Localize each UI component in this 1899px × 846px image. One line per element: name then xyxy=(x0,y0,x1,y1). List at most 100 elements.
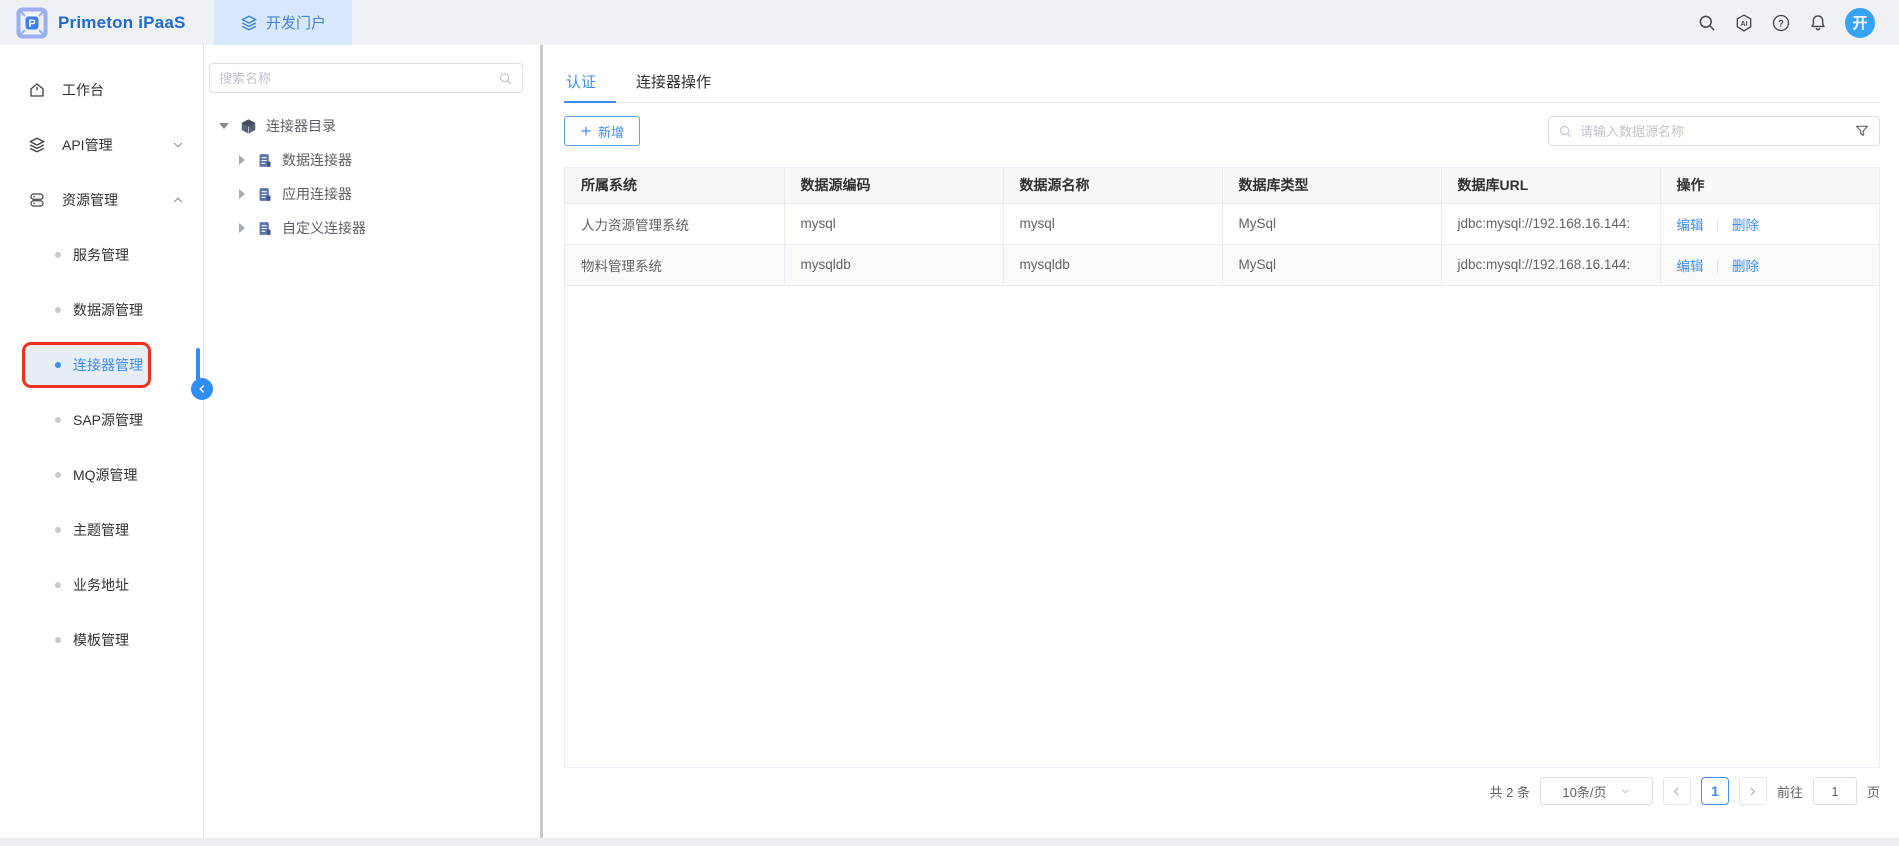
sidebar-item-datasource-management[interactable]: 数据源管理 xyxy=(0,290,203,330)
chevron-up-icon xyxy=(171,193,185,207)
caret-down-icon[interactable] xyxy=(219,123,229,129)
caret-right-icon[interactable] xyxy=(239,223,245,233)
header-actions: AI ? 开 xyxy=(1697,8,1899,38)
cell-name: mysql xyxy=(1003,203,1222,244)
svg-text:P: P xyxy=(28,17,35,29)
sidebar-item-resource-management[interactable]: 资源管理 xyxy=(0,180,203,220)
goto-label: 前往 xyxy=(1777,782,1803,801)
sidebar-item-label: 数据源管理 xyxy=(73,300,143,320)
primeton-logo-icon: P xyxy=(16,7,48,39)
page-suffix: 页 xyxy=(1867,782,1880,801)
page-number-button[interactable]: 1 xyxy=(1701,777,1729,805)
next-page-button[interactable] xyxy=(1739,777,1767,805)
column-header-code: 数据源编码 xyxy=(784,168,1003,203)
column-header-name: 数据源名称 xyxy=(1003,168,1222,203)
tab-authentication[interactable]: 认证 xyxy=(564,63,616,103)
plus-icon xyxy=(580,125,592,137)
column-header-system: 所属系统 xyxy=(565,168,784,203)
prev-page-button[interactable] xyxy=(1663,777,1691,805)
datasource-table: 所属系统 数据源编码 数据源名称 数据库类型 数据库URL 操作 人力资源管理系… xyxy=(564,167,1880,768)
cell-dburl: jdbc:mysql://192.168.16.144: xyxy=(1441,203,1660,244)
current-page-number: 1 xyxy=(1711,783,1719,799)
cell-dbtype: MySql xyxy=(1222,244,1441,285)
notifications-bell-icon[interactable] xyxy=(1808,13,1828,33)
datasource-search-box xyxy=(1548,116,1880,146)
sidebar-item-topic-management[interactable]: 主题管理 xyxy=(0,510,203,550)
delete-link[interactable]: 删除 xyxy=(1732,259,1759,274)
bullet-dot-icon xyxy=(55,472,61,478)
table-row: 物料管理系统 mysqldb mysqldb MySql jdbc:mysql:… xyxy=(565,244,1879,285)
portal-layers-icon xyxy=(240,14,258,32)
add-button[interactable]: 新增 xyxy=(564,116,640,146)
sidebar-item-connector-management[interactable]: 连接器管理 xyxy=(25,345,148,385)
edit-link[interactable]: 编辑 xyxy=(1677,218,1704,233)
tree-node-custom-connector[interactable]: 自定义连接器 xyxy=(204,211,540,245)
bullet-dot-icon xyxy=(55,252,61,258)
goto-page-input[interactable] xyxy=(1813,777,1857,805)
portal-tab-label: 开发门户 xyxy=(266,12,326,33)
sidebar-item-label: 主题管理 xyxy=(73,520,129,540)
user-avatar[interactable]: 开 xyxy=(1845,8,1875,38)
cell-system: 物料管理系统 xyxy=(565,244,784,285)
caret-right-icon[interactable] xyxy=(239,189,245,199)
sidebar-item-label: 资源管理 xyxy=(62,190,118,210)
add-button-label: 新增 xyxy=(598,122,624,141)
tree-search-input[interactable] xyxy=(219,71,498,86)
ai-assistant-icon[interactable]: AI xyxy=(1734,13,1754,33)
cell-dbtype: MySql xyxy=(1222,203,1441,244)
chevron-left-icon xyxy=(1670,785,1683,798)
delete-link[interactable]: 删除 xyxy=(1732,218,1759,233)
bullet-dot-icon xyxy=(55,417,61,423)
portal-tab-dev[interactable]: 开发门户 xyxy=(214,0,352,45)
sidebar-item-workbench[interactable]: 工作台 xyxy=(0,70,203,110)
help-icon[interactable]: ? xyxy=(1771,13,1791,33)
sidebar-item-mq-source-management[interactable]: MQ源管理 xyxy=(0,455,203,495)
tree-search-box xyxy=(209,63,523,93)
sidebar-item-sap-source-management[interactable]: SAP源管理 xyxy=(0,400,203,440)
sidebar-item-business-address[interactable]: 业务地址 xyxy=(0,565,203,605)
search-icon xyxy=(498,71,513,86)
tree-node-root[interactable]: 连接器目录 xyxy=(204,109,540,143)
cell-name: mysqldb xyxy=(1003,244,1222,285)
chevron-right-icon xyxy=(1746,785,1759,798)
action-divider xyxy=(1717,261,1718,273)
chevron-left-icon xyxy=(196,383,208,395)
sidebar-item-label: SAP源管理 xyxy=(73,410,143,430)
connector-tree: 连接器目录 数据连接器 应用连接器 xyxy=(204,109,540,245)
tree-node-label: 数据连接器 xyxy=(282,150,352,170)
document-icon xyxy=(256,152,273,169)
search-icon xyxy=(1558,124,1573,139)
caret-right-icon[interactable] xyxy=(239,155,245,165)
app-body: 工作台 API管理 资源管理 服务管理 数 xyxy=(0,45,1899,838)
datasource-search-input[interactable] xyxy=(1580,124,1847,139)
panel-collapse-handle[interactable] xyxy=(191,378,213,400)
sidebar-item-label: 模板管理 xyxy=(73,630,129,650)
sidebar-item-label: 连接器管理 xyxy=(73,355,143,375)
cell-code: mysql xyxy=(784,203,1003,244)
bullet-dot-icon xyxy=(55,362,61,368)
sidebar-item-template-management[interactable]: 模板管理 xyxy=(0,620,203,660)
filter-funnel-icon[interactable] xyxy=(1854,123,1870,139)
pagination-total: 共 2 条 xyxy=(1490,782,1530,801)
svg-text:AI: AI xyxy=(1740,19,1747,27)
tree-node-app-connector[interactable]: 应用连接器 xyxy=(204,177,540,211)
edit-link[interactable]: 编辑 xyxy=(1677,259,1704,274)
pagination: 共 2 条 10条/页 1 前往 页 xyxy=(564,777,1880,805)
page-size-select[interactable]: 10条/页 xyxy=(1540,777,1653,805)
sidebar-item-label: 业务地址 xyxy=(73,575,129,595)
home-icon xyxy=(28,81,46,99)
bullet-dot-icon xyxy=(55,527,61,533)
cell-code: mysqldb xyxy=(784,244,1003,285)
sidebar-item-service-management[interactable]: 服务管理 xyxy=(0,235,203,275)
column-header-actions: 操作 xyxy=(1660,168,1879,203)
table-row: 人力资源管理系统 mysql mysql MySql jdbc:mysql://… xyxy=(565,203,1879,244)
column-header-dbtype: 数据库类型 xyxy=(1222,168,1441,203)
chevron-down-icon xyxy=(1620,786,1631,797)
cell-dburl: jdbc:mysql://192.168.16.144: xyxy=(1441,244,1660,285)
search-icon[interactable] xyxy=(1697,13,1717,33)
document-icon xyxy=(256,186,273,203)
brand: P Primeton iPaaS xyxy=(0,7,214,39)
tab-connector-operations[interactable]: 连接器操作 xyxy=(616,63,731,103)
sidebar-item-api-management[interactable]: API管理 xyxy=(0,125,203,165)
tree-node-data-connector[interactable]: 数据连接器 xyxy=(204,143,540,177)
